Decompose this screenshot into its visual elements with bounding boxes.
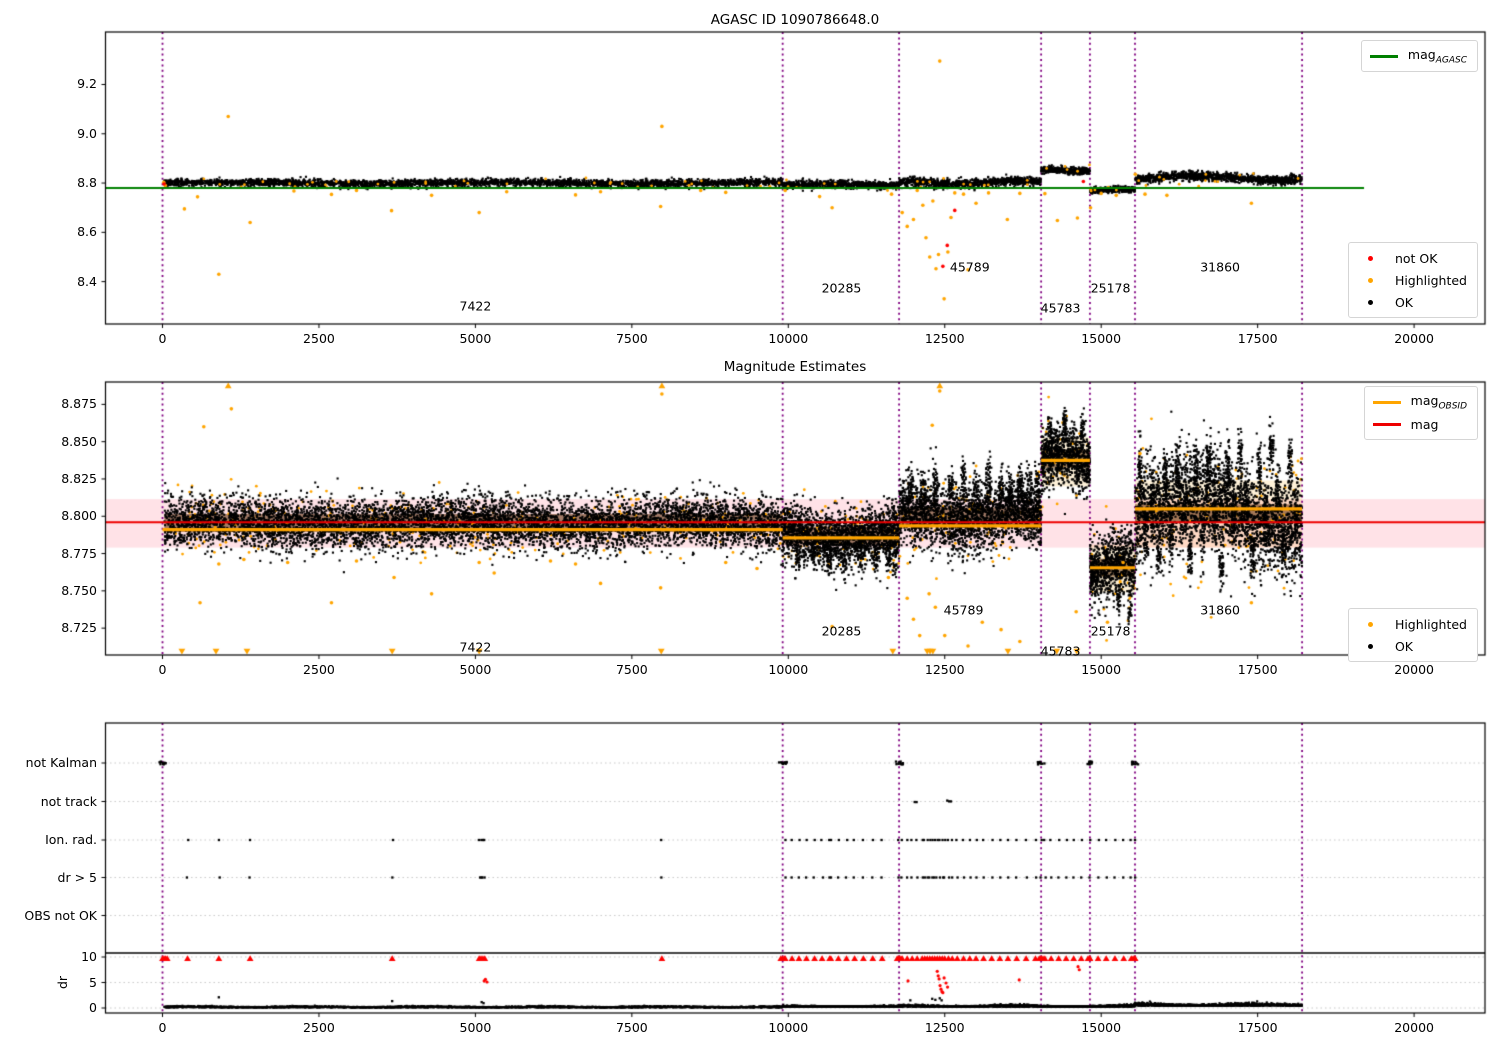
p3-xtick: 15000 — [1081, 1020, 1122, 1035]
p1-legend-markers-item: Highlighted — [1357, 269, 1467, 291]
p2-xtick: 20000 — [1394, 662, 1434, 677]
p2-xtick: 17500 — [1237, 662, 1278, 677]
chart-canvas — [0, 0, 1500, 1050]
p3-xtick: 17500 — [1237, 1020, 1278, 1035]
legend-label: OK — [1394, 294, 1413, 310]
p3-dr-tick: 10 — [81, 949, 97, 964]
legend-line-swatch — [1372, 422, 1401, 426]
p2-ytick: 8.800 — [61, 508, 97, 524]
middle-panel-title: Magnitude Estimates — [723, 359, 867, 375]
p1-xtick: 10000 — [768, 331, 809, 346]
p3-xtick: 10000 — [768, 1020, 809, 1035]
p2-legend-markers-item: Highlighted — [1357, 613, 1467, 635]
p2-obsid-label: 45783 — [1040, 643, 1081, 659]
legend-label: Highlighted — [1394, 272, 1467, 288]
p2-xtick: 10000 — [768, 662, 809, 677]
p2-legend-lines-item: magOBSID — [1372, 391, 1467, 413]
legend-label: mag — [1410, 416, 1439, 432]
p1-legend-mag-agasc: magAGASC — [1360, 40, 1478, 72]
p2-ytick: 8.775 — [61, 545, 97, 561]
p2-legend-lines-item: mag — [1372, 413, 1467, 435]
p1-legend-mag-agasc-item: magAGASC — [1369, 45, 1467, 67]
legend-label: magAGASC — [1407, 46, 1467, 66]
p1-ytick: 8.6 — [77, 224, 97, 240]
p1-ytick: 8.8 — [77, 175, 97, 191]
legend-label: Highlighted — [1394, 616, 1467, 632]
p3-xtick: 20000 — [1394, 1020, 1434, 1035]
p2-xtick: 2500 — [303, 662, 335, 677]
p3-xtick: 0 — [158, 1020, 167, 1035]
top-panel-title: AGASC ID 1090786648.0 — [710, 12, 880, 28]
p2-legend-markers: Highlighted OK — [1347, 608, 1478, 662]
p1-xtick: 15000 — [1081, 331, 1122, 346]
p1-legend-markers-item: OK — [1357, 291, 1467, 313]
p2-ytick: 8.875 — [61, 396, 97, 412]
p1-xtick: 12500 — [924, 331, 965, 346]
p2-obsid-label: 7422 — [459, 639, 492, 655]
p2-ytick: 8.825 — [61, 470, 97, 486]
p3-xtick: 5000 — [459, 1020, 492, 1035]
p3-row-label: OBS not OK — [24, 907, 97, 923]
p3-xtick: 12500 — [924, 1020, 965, 1035]
legend-label: OK — [1394, 638, 1413, 654]
p1-xtick: 2500 — [303, 331, 335, 346]
p2-xtick: 5000 — [459, 662, 492, 677]
matplotlib-figure: AGASC ID 1090786648.0 Magnitude Estimate… — [0, 0, 1500, 1050]
p1-xtick: 0 — [158, 331, 167, 346]
p2-ytick: 8.725 — [61, 620, 97, 636]
p2-xtick: 0 — [158, 662, 167, 677]
p1-ytick: 9.2 — [77, 76, 97, 92]
p3-dr-tick: 5 — [89, 974, 97, 990]
legend-dot-swatch — [1357, 299, 1385, 305]
p1-legend-markers: not OK Highlighted OK — [1347, 242, 1478, 318]
p3-xtick: 2500 — [303, 1020, 335, 1035]
p1-xtick: 5000 — [459, 331, 492, 346]
p2-xtick: 15000 — [1081, 662, 1122, 677]
p3-row-label: dr > 5 — [57, 869, 97, 885]
p1-obsid-label: 7422 — [459, 298, 492, 314]
legend-dot-swatch — [1357, 255, 1385, 261]
p1-obsid-label: 31860 — [1200, 259, 1240, 275]
dr-axis-label: dr — [55, 975, 71, 989]
p1-ytick: 8.4 — [77, 273, 97, 289]
p2-xtick: 7500 — [615, 662, 648, 677]
legend-dot-swatch — [1357, 621, 1385, 627]
p1-xtick: 17500 — [1237, 331, 1278, 346]
p2-obsid-label: 20285 — [821, 623, 862, 639]
p2-ytick: 8.750 — [61, 582, 97, 598]
legend-line-swatch — [1369, 54, 1398, 58]
legend-dot-swatch — [1357, 643, 1385, 649]
p2-legend-markers-item: OK — [1357, 635, 1467, 657]
legend-label: not OK — [1394, 250, 1438, 266]
p1-obsid-label: 45783 — [1040, 300, 1081, 316]
p1-obsid-label: 25178 — [1090, 280, 1131, 296]
p3-dr-tick: 0 — [89, 1000, 97, 1015]
p2-xtick: 12500 — [924, 662, 965, 677]
p2-obsid-label: 31860 — [1200, 602, 1240, 618]
p2-obsid-label: 25178 — [1090, 623, 1131, 639]
p1-xtick: 20000 — [1394, 331, 1434, 346]
p2-legend-lines: magOBSID mag — [1363, 386, 1478, 440]
p1-obsid-label: 20285 — [821, 280, 862, 296]
p1-legend-markers-item: not OK — [1357, 247, 1467, 269]
p1-obsid-label: 45789 — [949, 259, 990, 275]
p3-row-label: not track — [40, 793, 97, 809]
p3-row-label: not Kalman — [25, 755, 97, 770]
p1-xtick: 7500 — [615, 331, 648, 346]
p3-row-label: Ion. rad. — [45, 832, 97, 847]
p3-xtick: 7500 — [615, 1020, 648, 1035]
legend-label: magOBSID — [1410, 392, 1467, 412]
p2-ytick: 8.850 — [61, 433, 97, 449]
p2-obsid-label: 45789 — [943, 602, 984, 618]
legend-line-swatch — [1372, 400, 1401, 404]
legend-dot-swatch — [1357, 277, 1385, 283]
p1-ytick: 9.0 — [77, 125, 97, 141]
